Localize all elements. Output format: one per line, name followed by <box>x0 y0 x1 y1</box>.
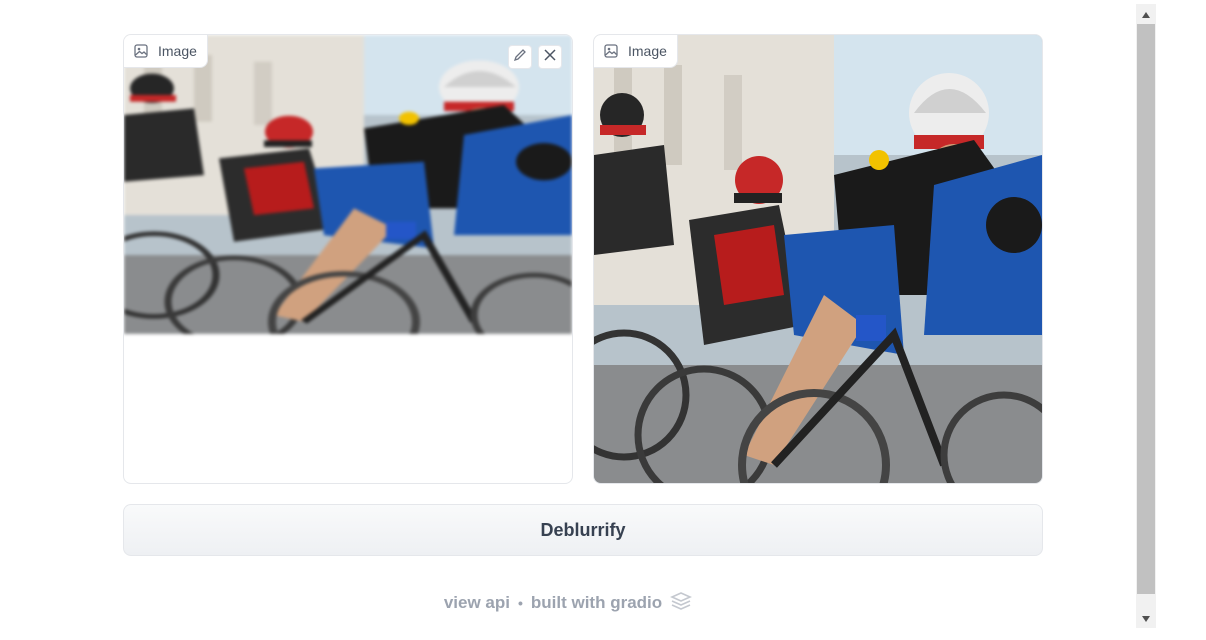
scrollbar-thumb[interactable] <box>1137 24 1155 594</box>
triangle-down-icon <box>1142 609 1150 627</box>
clear-button[interactable] <box>538 45 562 69</box>
image-icon <box>134 44 148 58</box>
deblurrify-button[interactable]: Deblurrify <box>123 504 1043 556</box>
input-image-panel[interactable]: Image <box>123 34 573 484</box>
pencil-icon <box>513 48 527 67</box>
gradio-logo-icon <box>670 591 693 616</box>
scroll-up-button[interactable] <box>1136 4 1156 24</box>
footer: view api • built with gradio <box>0 590 1136 616</box>
input-image-preview <box>124 35 572 334</box>
image-icon <box>604 44 618 58</box>
input-image-label: Image <box>124 35 208 68</box>
input-image-label-text: Image <box>158 43 197 59</box>
vertical-scrollbar[interactable] <box>1136 4 1156 628</box>
view-api-link[interactable]: view api <box>444 593 510 613</box>
footer-separator: • <box>517 595 523 611</box>
close-icon <box>543 48 557 67</box>
output-image-preview <box>594 35 1042 483</box>
built-with-gradio-link[interactable]: built with gradio <box>531 593 662 613</box>
image-toolbar <box>508 45 562 69</box>
edit-button[interactable] <box>508 45 532 69</box>
scroll-down-button[interactable] <box>1136 608 1156 628</box>
output-image-label-text: Image <box>628 43 667 59</box>
app: Image Image Deblurrify view api • built … <box>0 0 1136 640</box>
output-image-panel: Image <box>593 34 1043 484</box>
output-image-label: Image <box>594 35 678 68</box>
triangle-up-icon <box>1142 5 1150 23</box>
